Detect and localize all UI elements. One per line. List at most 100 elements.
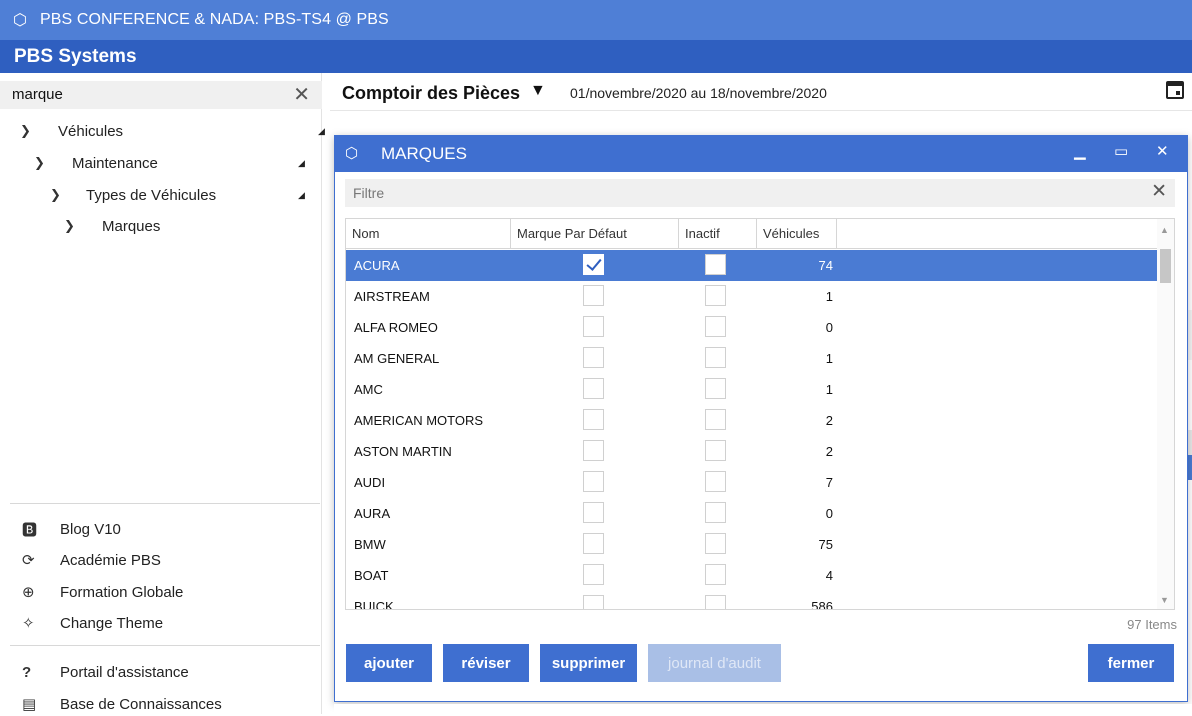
add-button[interactable]: ajouter [346, 644, 432, 682]
cell-vehicules: 1 [825, 351, 833, 366]
default-checkbox[interactable] [583, 440, 604, 461]
default-checkbox[interactable] [583, 316, 604, 337]
link-change-theme[interactable]: ✧ Change Theme [22, 611, 163, 635]
table-row[interactable]: BOAT 4 [346, 560, 1158, 591]
link-formation-globale[interactable]: ⊕ Formation Globale [22, 580, 183, 604]
cell-vehicules: 4 [825, 568, 833, 583]
chevron-down-icon[interactable]: ❯ [34, 155, 58, 171]
tree-item-types-de-vehicules[interactable]: ❯ Types de Véhicules ◢ [50, 183, 322, 207]
cell-vehicules: 2 [825, 413, 833, 428]
page-title[interactable]: Comptoir des Pièces [342, 83, 520, 104]
table-row[interactable]: ALFA ROMEO 0 [346, 312, 1158, 343]
table-row[interactable]: AURA 0 [346, 498, 1158, 529]
scroll-up-icon[interactable]: ▲ [1160, 225, 1169, 235]
column-header-nom[interactable]: Nom [346, 219, 511, 249]
table-row[interactable]: AMC 1 [346, 374, 1158, 405]
app-name: PBS Systems [0, 40, 1192, 73]
dialog-title-bar[interactable]: ⬡ MARQUES ▁ ▭ ✕ [335, 136, 1187, 172]
inactive-checkbox[interactable] [705, 533, 726, 554]
table-row[interactable]: ASTON MARTIN 2 [346, 436, 1158, 467]
inactive-checkbox[interactable] [705, 254, 726, 275]
inactive-checkbox[interactable] [705, 378, 726, 399]
cell-nom: AURA [354, 506, 391, 521]
link-label: Blog V10 [60, 520, 121, 538]
cell-vehicules: 0 [825, 320, 833, 335]
background-panel [1188, 310, 1192, 360]
default-checkbox[interactable] [583, 285, 604, 306]
audit-log-button[interactable]: journal d'audit [648, 644, 781, 682]
cell-nom: ALFA ROMEO [354, 320, 438, 335]
sidebar-search-input[interactable]: marque [12, 86, 63, 103]
table-row[interactable]: ACURA 74 [346, 250, 1158, 281]
expanded-indicator-icon: ◢ [298, 157, 305, 168]
column-header-inactif[interactable]: Inactif [679, 219, 757, 249]
inactive-checkbox[interactable] [705, 440, 726, 461]
default-checkbox[interactable] [583, 347, 604, 368]
default-checkbox[interactable] [583, 378, 604, 399]
clear-filter-icon[interactable]: ✕ [1151, 180, 1167, 203]
delete-button[interactable]: supprimer [540, 644, 637, 682]
sidebar-search[interactable]: marque ✕ [0, 81, 322, 109]
cell-nom: ACURA [354, 258, 400, 273]
scroll-down-icon[interactable]: ▼ [1160, 595, 1169, 605]
cell-vehicules: 1 [825, 382, 833, 397]
table-row[interactable]: AIRSTREAM 1 [346, 281, 1158, 312]
link-label: Formation Globale [60, 583, 184, 601]
default-checkbox[interactable] [583, 564, 604, 585]
inactive-checkbox[interactable] [705, 502, 726, 523]
inactive-checkbox[interactable] [705, 316, 726, 337]
close-icon[interactable]: ✕ [1156, 142, 1169, 160]
sidebar-divider [10, 503, 320, 504]
default-checkbox[interactable] [583, 254, 604, 275]
calendar-icon[interactable] [1166, 81, 1184, 99]
default-checkbox[interactable] [583, 471, 604, 492]
chevron-right-icon[interactable]: ❯ [64, 218, 88, 234]
inactive-checkbox[interactable] [705, 409, 726, 430]
blogger-icon: 🅱 [22, 521, 38, 539]
default-checkbox[interactable] [583, 502, 604, 523]
knowledge-base-icon: ▤ [22, 696, 37, 713]
table-row[interactable]: BUICK 586 [346, 591, 1158, 610]
inactive-checkbox[interactable] [705, 471, 726, 492]
inactive-checkbox[interactable] [705, 595, 726, 609]
default-checkbox[interactable] [583, 595, 604, 609]
table-row[interactable]: AM GENERAL 1 [346, 343, 1158, 374]
table-row[interactable]: AUDI 7 [346, 467, 1158, 498]
chevron-down-icon[interactable]: ❯ [50, 187, 74, 203]
column-header-vehicules[interactable]: Véhicules [757, 219, 837, 249]
close-button[interactable]: fermer [1088, 644, 1174, 682]
cell-nom: AM GENERAL [354, 351, 440, 366]
table-row[interactable]: BMW 75 [346, 529, 1158, 560]
tree-item-marques[interactable]: ❯ Marques [64, 214, 322, 238]
link-base-connaissances[interactable]: ▤ Base de Connaissances [22, 692, 222, 716]
cell-vehicules: 586 [811, 599, 833, 610]
caret-down-icon[interactable]: ▼ [530, 82, 546, 100]
minimize-icon[interactable]: ▁ [1074, 142, 1086, 160]
clear-search-icon[interactable]: ✕ [293, 82, 310, 107]
tree-item-maintenance[interactable]: ❯ Maintenance ◢ [34, 151, 322, 175]
link-label: Académie PBS [60, 551, 161, 569]
link-portail-assistance[interactable]: ? Portail d'assistance [22, 660, 189, 684]
inactive-checkbox[interactable] [705, 285, 726, 306]
tree-item-vehicules[interactable]: ❯ Véhicules ◢ [20, 119, 325, 143]
scroll-thumb[interactable] [1160, 249, 1171, 283]
window-title-bar: ⬡ PBS CONFERENCE & NADA: PBS-TS4 @ PBS [0, 0, 1192, 40]
link-label: Portail d'assistance [60, 663, 189, 681]
default-checkbox[interactable] [583, 409, 604, 430]
revise-button[interactable]: réviser [443, 644, 529, 682]
link-academie-pbs[interactable]: ⟳ Académie PBS [22, 548, 161, 572]
cell-nom: AMERICAN MOTORS [354, 413, 484, 428]
link-label: Change Theme [60, 614, 164, 632]
inactive-checkbox[interactable] [705, 564, 726, 585]
filter-input[interactable]: Filtre ✕ [345, 179, 1175, 207]
default-checkbox[interactable] [583, 533, 604, 554]
inactive-checkbox[interactable] [705, 347, 726, 368]
maximize-icon[interactable]: ▭ [1114, 142, 1128, 160]
chevron-down-icon[interactable]: ❯ [20, 123, 44, 139]
vertical-scrollbar[interactable]: ▲ ▼ [1157, 219, 1174, 609]
sidebar-divider [10, 645, 320, 646]
globe-icon: ⊕ [22, 584, 35, 601]
column-header-marque-par-defaut[interactable]: Marque Par Défaut [511, 219, 679, 249]
table-row[interactable]: AMERICAN MOTORS 2 [346, 405, 1158, 436]
link-blog-v10[interactable]: 🅱 Blog V10 [22, 517, 121, 541]
